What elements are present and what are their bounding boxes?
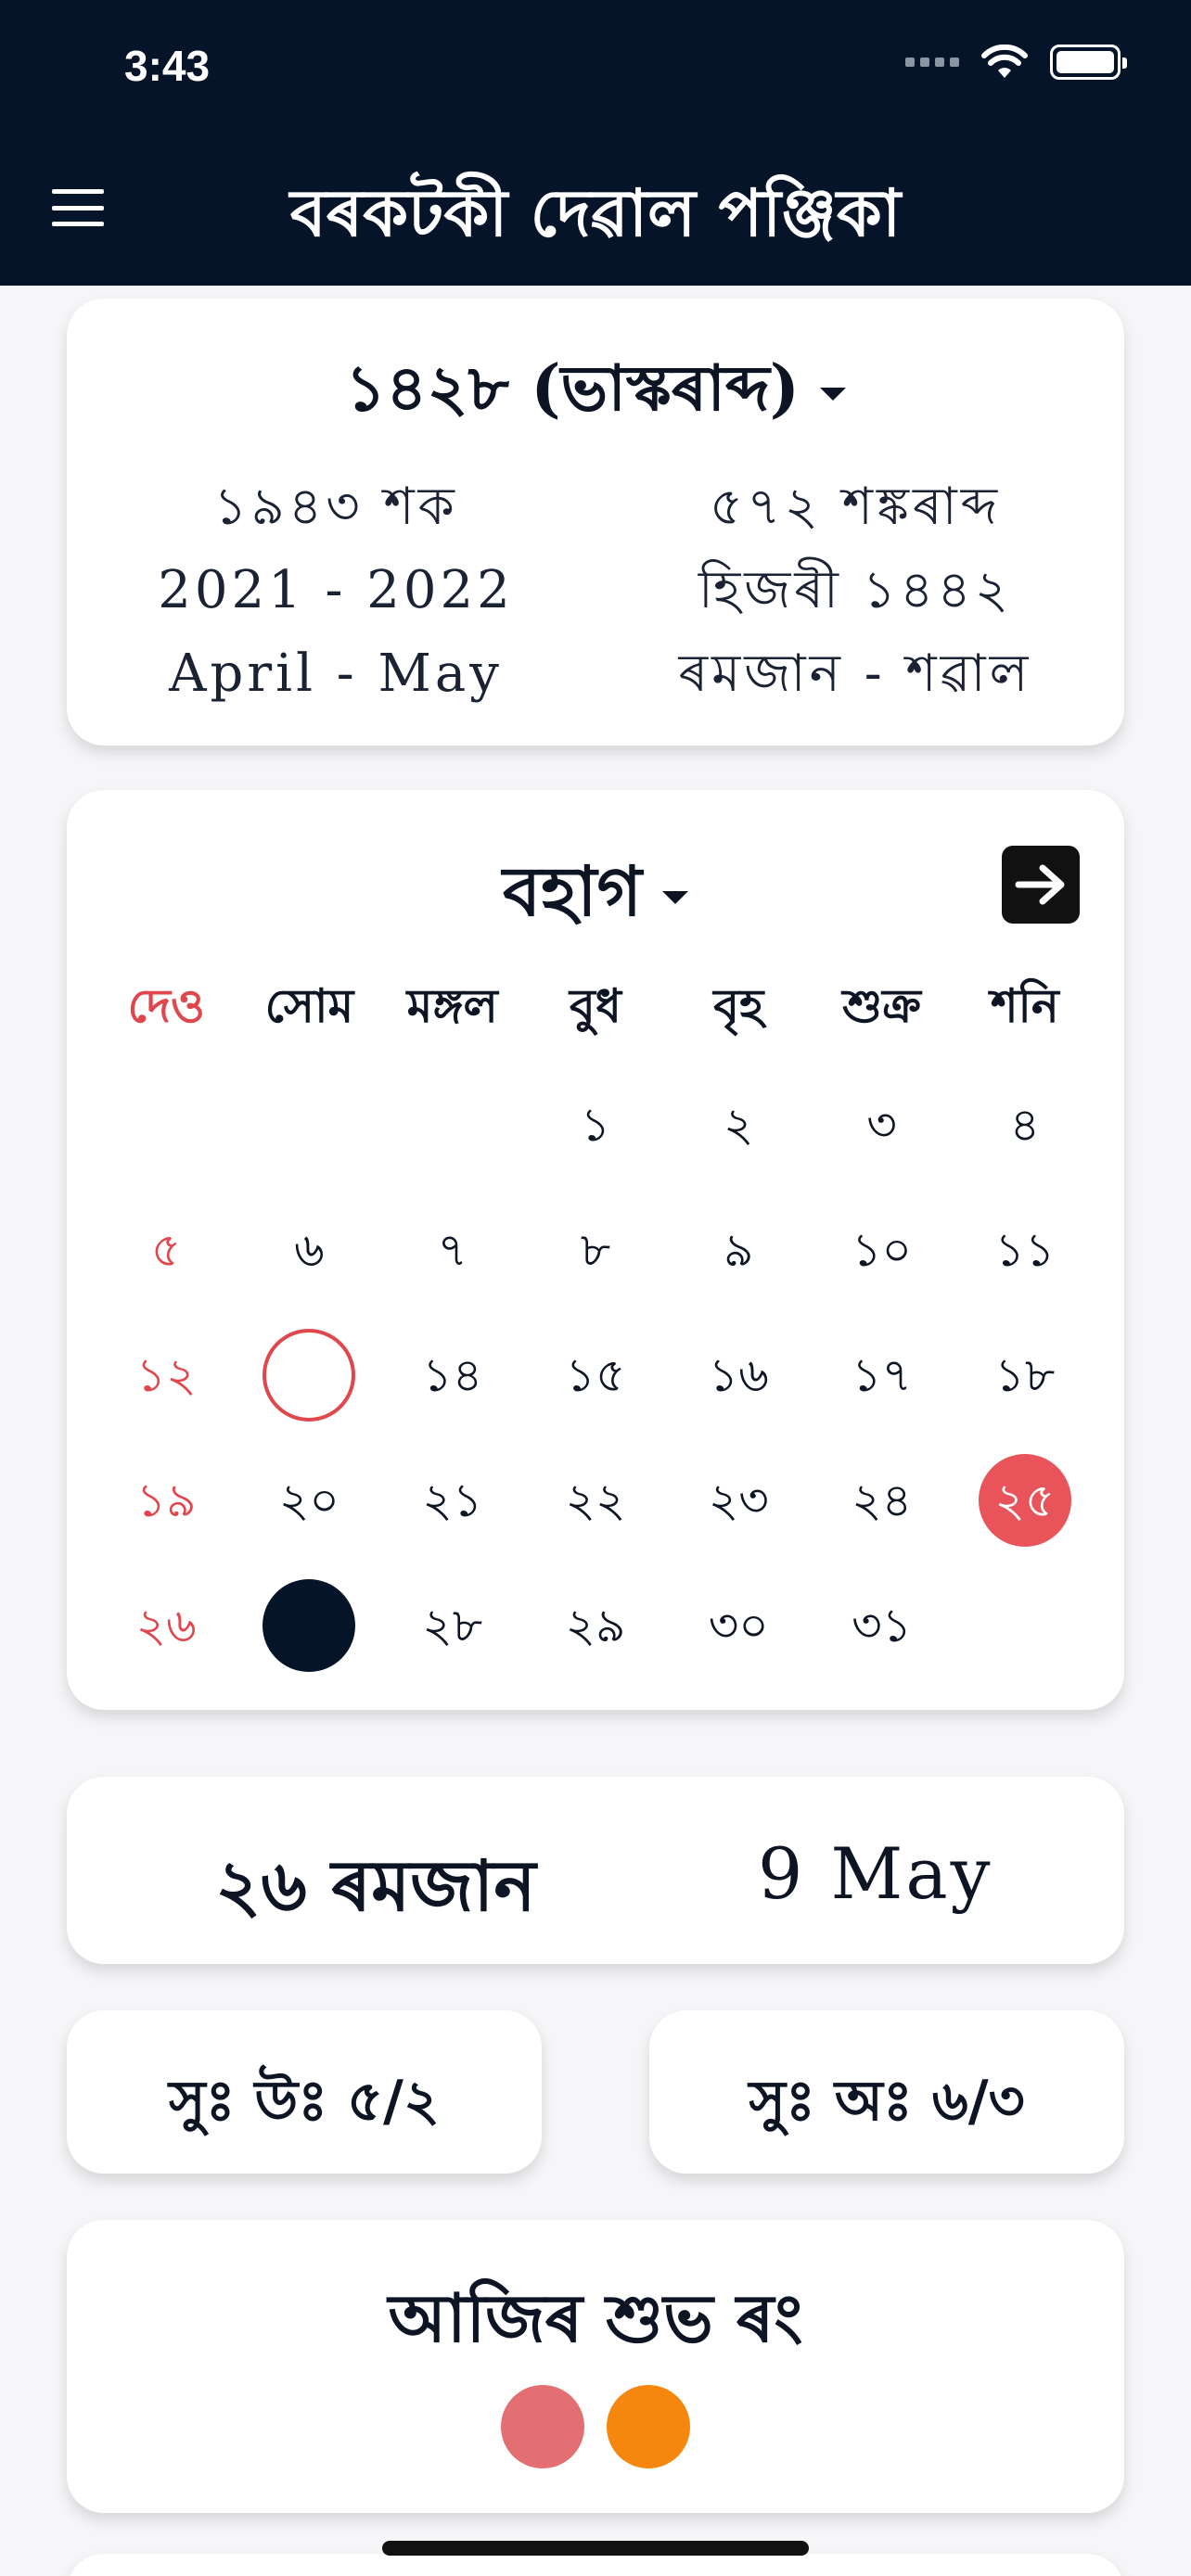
hijri-year: হিজৰী ১৪৪২ [698,560,1013,620]
hijri-months: ৰমজান - শৱাল [678,644,1032,704]
hijri-date: ২৬ ৰমজান [215,1844,536,1927]
calendar-day[interactable]: ৩ [810,1066,953,1192]
calendar-day-today[interactable] [237,1317,380,1442]
calendar-day[interactable]: ১ [524,1066,667,1192]
wifi-icon [981,45,1028,78]
calendar-day[interactable]: ২৩ [667,1442,810,1567]
weekday-label: সোম [264,978,354,1033]
calendar-day[interactable]: ২০ [237,1442,380,1567]
year-right-column: ৫৭২ শঙ্কৰাব্দ হিজৰী ১৪৪২ ৰমজান - শৱাল [614,465,1096,716]
year-title: ১৪২৮ (ভাস্কৰাব্দ) [345,351,800,426]
calendar-day[interactable]: ১৬ [667,1317,810,1442]
calendar-day[interactable]: ২১ [381,1442,524,1567]
year-selector[interactable]: ১৪২৮ (ভাস্কৰাব্দ) [67,339,1124,445]
calendar-day[interactable]: ৩০ [667,1567,810,1692]
status-icons [905,45,1127,80]
calendar-week: ২৬ ২৮ ২৯ ৩০ ৩১ [95,1567,1096,1692]
calendar-day[interactable]: ৫ [95,1192,237,1317]
color-swatch [607,2385,690,2468]
sunset-time: সুঃ অঃ ৬/৩ [749,2069,1025,2134]
signal-dots-icon [905,57,959,67]
calendar-day[interactable]: ১৭ [810,1317,953,1442]
calendar-day[interactable]: ১৯ [95,1442,237,1567]
weekday-label: বুধ [570,978,621,1033]
calendar-day[interactable]: ২৪ [810,1442,953,1567]
app-title: বৰকটকী দেৱাল পঞ্জিকা [289,174,902,251]
calendar-day[interactable]: ১০ [810,1192,953,1317]
battery-icon [1050,45,1127,80]
calendar-day [954,1567,1096,1692]
calendar-day[interactable]: ১৮ [954,1317,1096,1442]
calendar-day[interactable]: ২৬ [95,1567,237,1692]
weekday-label: শুক্র [842,978,921,1033]
today-ring [263,1328,356,1422]
saka-year: ১৯৪৩ শক [213,477,458,537]
color-swatches [67,2385,1124,2468]
lucky-color-title: আজিৰ শুভ ৰং [388,2278,803,2357]
month-title: বহাগ [502,852,643,932]
calendar-card: বহাগ দেও সোম মঙ্গল বুধ বৃহ শুক্র শনি ১ ২… [67,790,1124,1710]
top-bar: 3:43 বৰকটকী দেৱাল পঞ্জিকা [0,0,1191,286]
calendar-day[interactable]: ৭ [381,1192,524,1317]
calendar-day[interactable]: ৩১ [810,1567,953,1692]
selected-dot [263,1578,356,1672]
weekday-header: দেও সোম মঙ্গল বুধ বৃহ শুক্র শনি [95,972,1096,1049]
calendar-day[interactable]: ৬ [237,1192,380,1317]
calendar-week: ৫ ৬ ৭ ৮ ৯ ১০ ১১ [95,1192,1096,1317]
calendar-day[interactable]: ১৪ [381,1317,524,1442]
color-swatch [501,2385,584,2468]
shankarabda-year: ৫৭২ শঙ্কৰাব্দ [709,477,1002,537]
calendar-day[interactable]: ৮ [524,1192,667,1317]
next-card-peek [67,2554,1124,2576]
calendar-day[interactable]: ২২ [524,1442,667,1567]
gregorian-date: 9 May [758,1832,993,1915]
calendar-day[interactable]: ১৫ [524,1317,667,1442]
calendar-day[interactable]: ২ [667,1066,810,1192]
status-time: 3:43 [124,42,211,90]
calendar-day-selected[interactable] [237,1567,380,1692]
calendar-day[interactable]: ১২ [95,1317,237,1442]
sunrise-card: সুঃ উঃ ৫/২ [67,2010,542,2174]
selected-date-card: ২৬ ৰমজান 9 May [67,1777,1124,1964]
weekday-label: মঙ্গল [406,978,498,1033]
weekday-label: শনি [990,978,1059,1033]
calendar-day [381,1066,524,1192]
calendar-day [95,1066,237,1192]
year-left-column: ১৯৪৩ শক 2021 - 2022 April - May [95,465,577,716]
arrow-right-icon [1015,864,1065,905]
calendar-grid: ১ ২ ৩ ৪ ৫ ৬ ৭ ৮ ৯ ১০ ১১ ১২ ১৪ ১৫ ১৬ ১৭ ১… [95,1066,1096,1692]
calendar-day[interactable]: ১১ [954,1192,1096,1317]
weekday-label: দেও [127,978,205,1033]
gregorian-years: 2021 - 2022 [158,560,514,620]
caret-down-icon [662,890,689,904]
calendar-week: ১৯ ২০ ২১ ২২ ২৩ ২৪ ২৫ [95,1442,1096,1567]
sunset-card: সুঃ অঃ ৬/৩ [649,2010,1124,2174]
next-month-button[interactable] [1002,846,1080,924]
month-selector[interactable]: বহাগ [67,840,1124,954]
calendar-week: ১ ২ ৩ ৪ [95,1066,1096,1192]
calendar-day[interactable]: ২৯ [524,1567,667,1692]
sunrise-time: সুঃ উঃ ৫/২ [169,2069,440,2134]
weekday-label: বৃহ [713,978,764,1033]
gregorian-months: April - May [169,644,503,704]
year-info-card: ১৪২৮ (ভাস্কৰাব্দ) ১৯৪৩ শক 2021 - 2022 Ap… [67,299,1124,746]
caret-down-icon [819,387,846,401]
calendar-day[interactable]: ২৮ [381,1567,524,1692]
home-indicator [382,2541,809,2556]
calendar-day [237,1066,380,1192]
calendar-day[interactable]: ৯ [667,1192,810,1317]
calendar-day-highlighted[interactable]: ২৫ [954,1442,1096,1567]
lucky-color-card: আজিৰ শুভ ৰং [67,2220,1124,2513]
calendar-week: ১২ ১৪ ১৫ ১৬ ১৭ ১৮ [95,1317,1096,1442]
calendar-day[interactable]: ৪ [954,1066,1096,1192]
